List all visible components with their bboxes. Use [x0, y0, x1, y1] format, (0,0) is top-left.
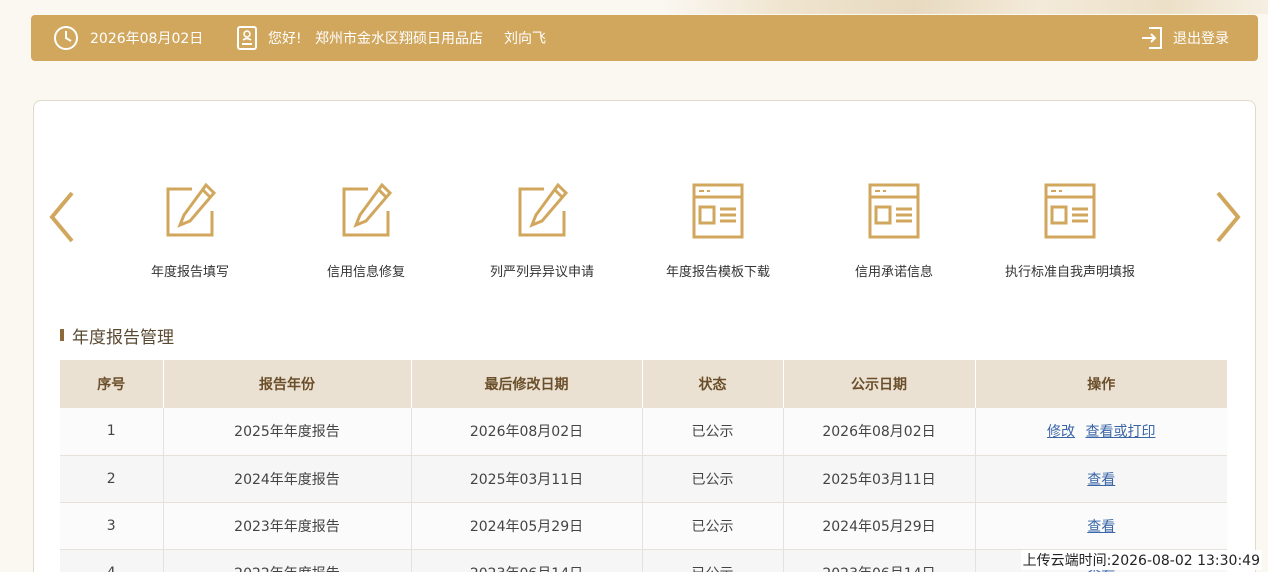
cell-modified: 2025年03月11日 — [411, 455, 643, 503]
view-print-link[interactable]: 查看或打印 — [1085, 424, 1155, 440]
clock-icon — [53, 15, 79, 61]
cell-status: 已公示 — [642, 502, 784, 550]
cell-modified: 2024年05月29日 — [411, 502, 643, 550]
menu-label: 年度报告模板下载 — [665, 265, 770, 280]
upload-timestamp: 上传云端时间:2026-08-02 13:30:49 — [1020, 550, 1262, 570]
document-icon — [866, 181, 922, 241]
col-header: 公示日期 — [783, 360, 976, 408]
cell-year: 2024年年度报告 — [163, 455, 412, 503]
menu-label: 列严列异异议申请 — [489, 265, 594, 280]
cell-ops: 查看 — [975, 455, 1227, 503]
decorative-background — [0, 0, 1268, 14]
menu-annual-report-fill[interactable]: 年度报告填写 — [102, 181, 278, 281]
cell-no: 1 — [60, 408, 164, 456]
current-date: 2026年08月02日 — [90, 31, 204, 47]
document-icon — [1042, 181, 1098, 241]
edit-icon — [514, 181, 570, 241]
section-marker — [60, 329, 64, 341]
menu-objection-application[interactable]: 列严列异异议申请 — [454, 181, 630, 281]
col-header: 序号 — [60, 360, 164, 408]
chevron-right-icon — [1216, 191, 1241, 243]
cell-year: 2025年年度报告 — [163, 408, 412, 456]
menu-label: 信用信息修复 — [326, 265, 405, 280]
cell-modified: 2023年06月14日 — [411, 549, 643, 572]
cell-no: 3 — [60, 502, 164, 550]
view-link[interactable]: 查看 — [1087, 519, 1115, 535]
cell-no: 4 — [60, 549, 164, 572]
menu-standard-declaration[interactable]: 执行标准自我声明填报 — [982, 181, 1158, 281]
table-row: 3 2023年年度报告 2024年05月29日 已公示 2024年05月29日 … — [60, 502, 1227, 550]
logout-button[interactable]: 退出登录 — [1173, 15, 1229, 61]
menu-label: 信用承诺信息 — [854, 265, 933, 280]
menu-template-download[interactable]: 年度报告模板下载 — [630, 181, 806, 281]
carousel-next-button[interactable] — [1210, 187, 1246, 247]
cell-ops: 查看 — [975, 502, 1227, 550]
section-title: 年度报告管理 — [60, 325, 174, 348]
menu-label: 执行标准自我声明填报 — [1004, 265, 1135, 280]
menu-label: 年度报告填写 — [150, 265, 229, 280]
top-header-bar: 2026年08月02日 您好! 郑州市金水区翔硕日用品店 刘向飞 退出登录 — [31, 15, 1258, 61]
table-row: 1 2025年年度报告 2026年08月02日 已公示 2026年08月02日 … — [60, 408, 1227, 456]
edit-icon — [338, 181, 394, 241]
cell-year: 2023年年度报告 — [163, 502, 412, 550]
cell-publish: 2023年06月14日 — [783, 549, 976, 572]
cell-no: 2 — [60, 455, 164, 503]
user-card-icon — [236, 15, 258, 61]
section-title-text: 年度报告管理 — [72, 327, 174, 348]
cell-publish: 2025年03月11日 — [783, 455, 976, 503]
col-header: 报告年份 — [163, 360, 412, 408]
logout-icon[interactable] — [1140, 15, 1164, 61]
main-panel: 年度报告填写 信用信息修复 列严列异异议申请 年度报告模板下载 信用承诺信息 执… — [33, 100, 1256, 572]
table-row: 2 2024年年度报告 2025年03月11日 已公示 2025年03月11日 … — [60, 455, 1227, 503]
view-link[interactable]: 查看 — [1087, 472, 1115, 488]
cell-year: 2022年年度报告 — [163, 549, 412, 572]
col-header: 操作 — [975, 360, 1227, 408]
carousel-prev-button[interactable] — [44, 187, 80, 247]
cell-publish: 2026年08月02日 — [783, 408, 976, 456]
document-icon — [690, 181, 746, 241]
menu-credit-commitment[interactable]: 信用承诺信息 — [806, 181, 982, 281]
edit-link[interactable]: 修改 — [1047, 424, 1075, 440]
greeting-text: 您好! — [268, 31, 302, 47]
annual-report-table: 序号 报告年份 最后修改日期 状态 公示日期 操作 1 2025年年度报告 20… — [60, 360, 1227, 572]
user-name: 刘向飞 — [504, 31, 546, 47]
menu-credit-repair[interactable]: 信用信息修复 — [278, 181, 454, 281]
cell-publish: 2024年05月29日 — [783, 502, 976, 550]
cell-modified: 2026年08月02日 — [411, 408, 643, 456]
col-header: 状态 — [642, 360, 784, 408]
cell-status: 已公示 — [642, 455, 784, 503]
table-header-row: 序号 报告年份 最后修改日期 状态 公示日期 操作 — [60, 360, 1227, 408]
cell-status: 已公示 — [642, 408, 784, 456]
edit-icon — [162, 181, 218, 241]
cell-ops: 修改 查看或打印 — [975, 408, 1227, 456]
cell-status: 已公示 — [642, 549, 784, 572]
company-name: 郑州市金水区翔硕日用品店 — [315, 31, 483, 47]
col-header: 最后修改日期 — [411, 360, 643, 408]
chevron-left-icon — [49, 191, 74, 243]
